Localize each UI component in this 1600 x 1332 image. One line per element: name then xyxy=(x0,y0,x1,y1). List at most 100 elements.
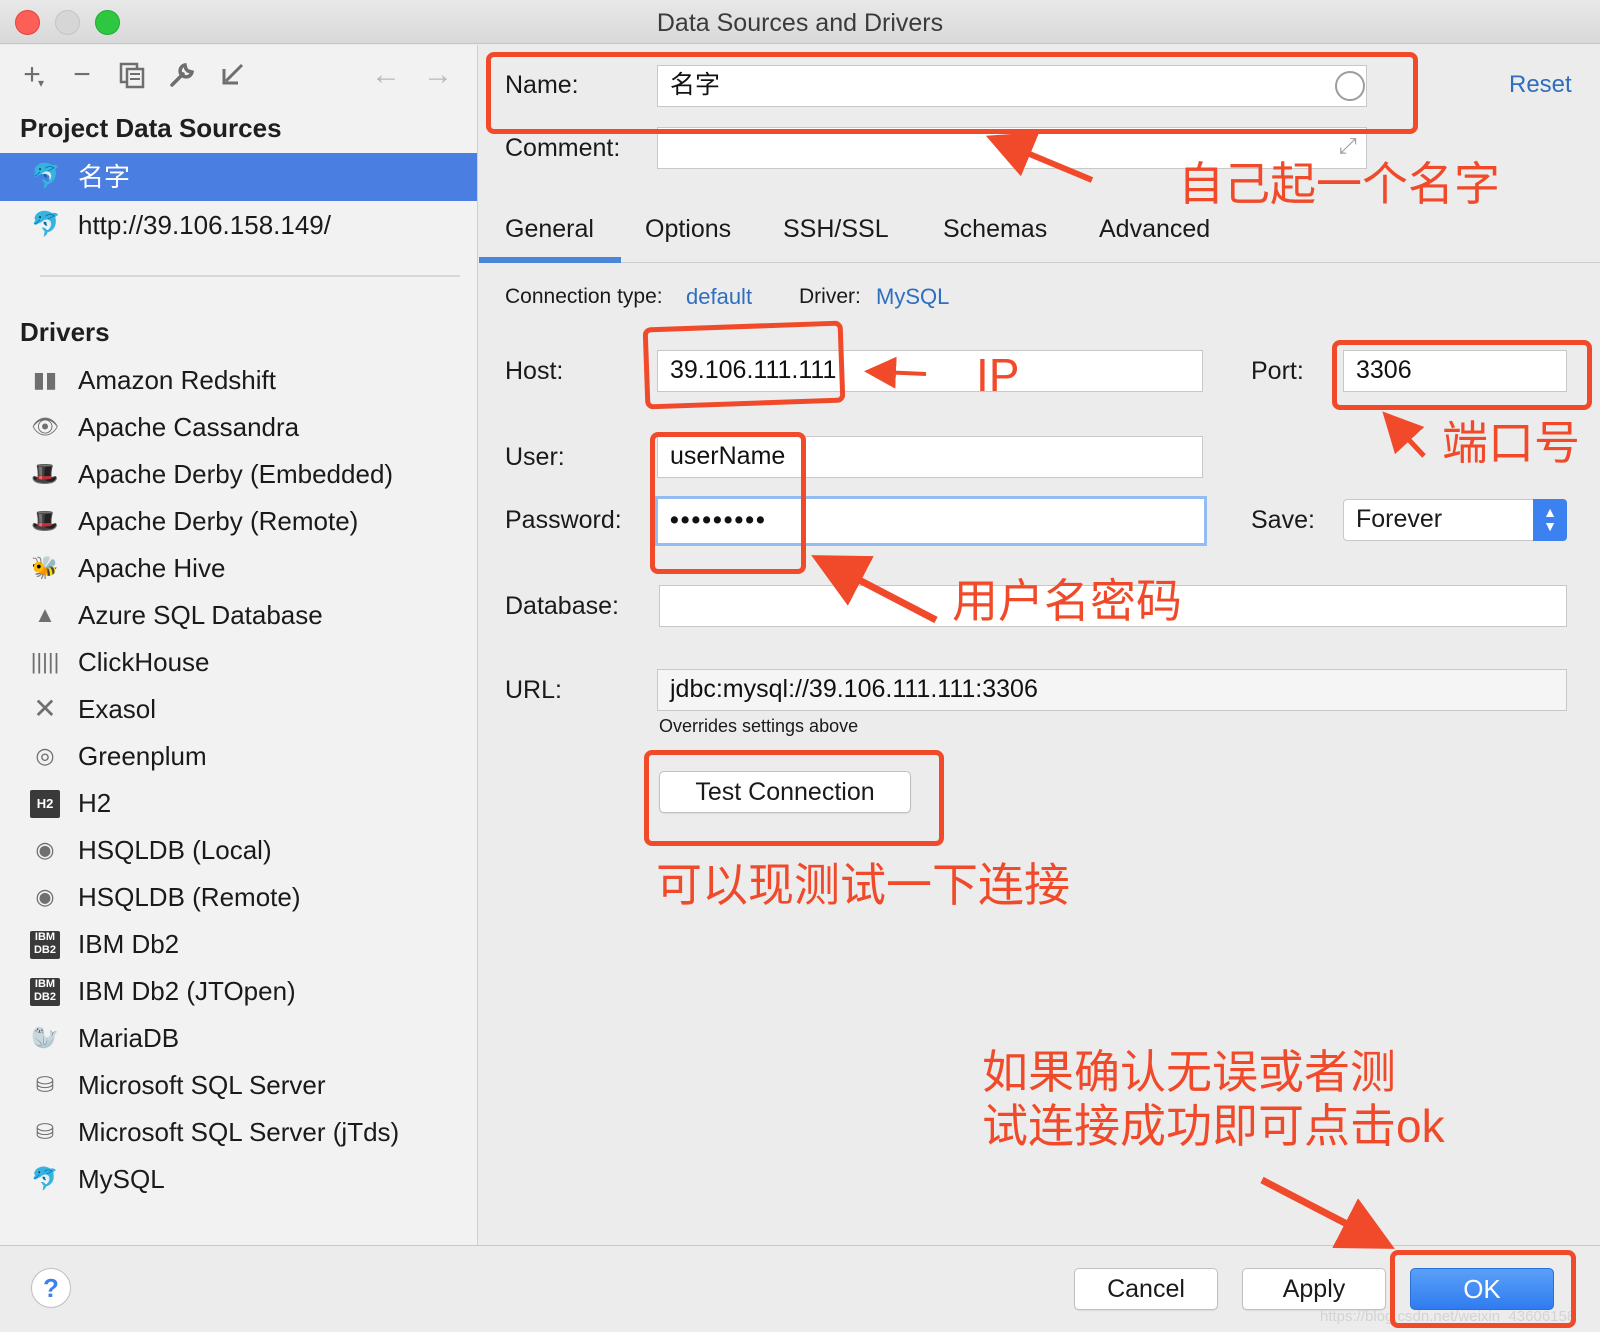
user-label: User: xyxy=(505,443,565,471)
exasol-x-icon: ✕ xyxy=(33,693,57,724)
minus-icon[interactable]: − xyxy=(62,55,102,95)
azure-icon: ▲ xyxy=(34,602,56,627)
driver-item-apache-hive[interactable]: 🐝 Apache Hive xyxy=(0,545,477,592)
data-source-item[interactable]: 🐬 http://39.106.158.149/ xyxy=(0,201,477,249)
wrench-icon[interactable] xyxy=(162,55,202,95)
reset-link[interactable]: Reset xyxy=(1509,71,1572,99)
driver-item-ibm-db2-jtopen[interactable]: IBM DB2 IBM Db2 (JTOpen) xyxy=(0,968,477,1015)
annotation-ok-note-line1: 如果确认无误或者测 xyxy=(982,1046,1396,1098)
copy-icon[interactable] xyxy=(112,55,152,95)
driver-label: Driver: xyxy=(799,285,861,308)
driver-label: H2 xyxy=(78,788,112,818)
derby-hat-icon: 🎩 xyxy=(31,461,59,486)
driver-item-hsqldb-local[interactable]: ◉ HSQLDB (Local) xyxy=(0,827,477,874)
url-input[interactable]: jdbc:mysql://39.106.111.111:3306 xyxy=(657,669,1567,711)
hsqldb-icon: ◉ xyxy=(35,837,55,862)
help-button[interactable]: ? xyxy=(31,1268,71,1308)
driver-label: Apache Derby (Embedded) xyxy=(78,459,394,489)
cassandra-eye-icon: 👁 xyxy=(31,414,59,439)
sidebar-divider xyxy=(40,275,460,277)
data-source-label: 名字 xyxy=(78,162,131,192)
driver-item-hsqldb-remote[interactable]: ◉ HSQLDB (Remote) xyxy=(0,874,477,921)
driver-label: Apache Cassandra xyxy=(78,412,300,442)
driver-label: MySQL xyxy=(78,1164,165,1194)
save-select-value: Forever xyxy=(1356,505,1443,533)
driver-label: ClickHouse xyxy=(78,647,210,677)
sidebar-toolbar: + ▾ − ← → xyxy=(0,45,477,105)
annotation-box-credentials xyxy=(650,432,806,574)
ibm-db2-icon: IBM DB2 xyxy=(30,931,60,959)
driver-label: HSQLDB (Remote) xyxy=(78,882,301,912)
driver-item-azure-sql[interactable]: ▲ Azure SQL Database xyxy=(0,592,477,639)
data-sources-window: Data Sources and Drivers + ▾ − ← → Projec… xyxy=(0,0,1600,1332)
connection-type-label: Connection type: xyxy=(505,285,663,308)
mysql-dolphin-icon: 🐬 xyxy=(31,1166,59,1191)
driver-item-derby-embedded[interactable]: 🎩 Apache Derby (Embedded) xyxy=(0,451,477,498)
greenplum-circle-icon: ◎ xyxy=(35,743,55,768)
import-icon[interactable] xyxy=(212,55,252,95)
hsqldb-icon: ◉ xyxy=(35,884,55,909)
driver-item-sql-server-jtds[interactable]: ⛁ Microsoft SQL Server (jTds) xyxy=(0,1109,477,1156)
sqlserver-icon: ⛁ xyxy=(35,1119,55,1144)
password-label: Password: xyxy=(505,506,622,534)
port-label: Port: xyxy=(1251,357,1304,385)
driver-item-ibm-db2[interactable]: IBM DB2 IBM Db2 xyxy=(0,921,477,968)
annotation-box-ok xyxy=(1390,1250,1576,1328)
driver-item-derby-remote[interactable]: 🎩 Apache Derby (Remote) xyxy=(0,498,477,545)
mysql-dolphin-icon: 🐬 xyxy=(31,163,61,190)
driver-item-clickhouse[interactable]: ||||| ClickHouse xyxy=(0,639,477,686)
data-source-item-selected[interactable]: 🐬 名字 xyxy=(0,153,477,201)
host-label: Host: xyxy=(505,357,564,385)
save-label: Save: xyxy=(1251,506,1315,534)
driver-label: IBM Db2 xyxy=(78,929,180,959)
driver-label: IBM Db2 (JTOpen) xyxy=(78,976,296,1006)
hive-icon: 🐝 xyxy=(31,555,59,580)
driver-item-h2[interactable]: H2 H2 xyxy=(0,780,477,827)
driver-item-greenplum[interactable]: ◎ Greenplum xyxy=(0,733,477,780)
redshift-icon: ▮▮ xyxy=(32,367,58,392)
cancel-button[interactable]: Cancel xyxy=(1074,1268,1218,1310)
driver-item-mysql[interactable]: 🐬 MySQL xyxy=(0,1156,477,1203)
comment-label: Comment: xyxy=(505,134,621,162)
ibm-db2-icon: IBM DB2 xyxy=(30,978,60,1006)
driver-link[interactable]: MySQL xyxy=(876,284,949,310)
drivers-title: Drivers xyxy=(20,317,110,347)
tab-advanced[interactable]: Advanced xyxy=(1099,215,1210,244)
tab-general[interactable]: General xyxy=(505,215,594,244)
tab-schemas[interactable]: Schemas xyxy=(943,215,1047,244)
mariadb-seal-icon: 🦭 xyxy=(31,1025,59,1050)
data-source-label: http://39.106.158.149/ xyxy=(78,210,331,240)
h2-icon: H2 xyxy=(30,790,60,818)
driver-label: Microsoft SQL Server (jTds) xyxy=(78,1117,400,1147)
arrow-left-icon[interactable]: ← xyxy=(366,55,406,95)
url-override-note: Overrides settings above xyxy=(659,716,859,736)
annotation-box-host xyxy=(642,320,846,410)
clickhouse-bars-icon: ||||| xyxy=(30,649,60,674)
plus-icon[interactable]: + ▾ xyxy=(12,55,52,95)
annotation-ip-note: IP xyxy=(976,349,1020,401)
tab-options[interactable]: Options xyxy=(645,215,731,244)
derby-hat-icon: 🎩 xyxy=(31,508,59,533)
expand-icon[interactable]: ⤢ xyxy=(1339,133,1357,159)
driver-item-exasol[interactable]: ✕ Exasol xyxy=(0,686,477,733)
annotation-ok-note-line2: 试连接成功即可点击ok xyxy=(982,1100,1445,1152)
connection-type-link[interactable]: default xyxy=(686,284,752,310)
active-tab-indicator xyxy=(479,257,621,263)
driver-label: Greenplum xyxy=(78,741,207,771)
tab-ssh-ssl[interactable]: SSH/SSL xyxy=(783,215,889,244)
database-label: Database: xyxy=(505,592,619,620)
annotation-name-note: 自己起一个名字 xyxy=(1178,158,1500,210)
apply-button[interactable]: Apply xyxy=(1242,1268,1386,1310)
arrow-right-icon[interactable]: → xyxy=(418,55,458,95)
sidebar: + ▾ − ← → Project Data Sources 🐬 名字 🐬 htt… xyxy=(0,45,478,1245)
driver-item-apache-cassandra[interactable]: 👁 Apache Cassandra xyxy=(0,404,477,451)
annotation-box-name xyxy=(486,52,1418,134)
driver-label: MariaDB xyxy=(78,1023,180,1053)
save-select[interactable]: Forever ▲ ▼ xyxy=(1343,499,1567,541)
driver-item-mariadb[interactable]: 🦭 MariaDB xyxy=(0,1015,477,1062)
driver-item-amazon-redshift[interactable]: ▮▮ Amazon Redshift xyxy=(0,357,477,404)
annotation-test-note: 可以现测试一下连接 xyxy=(656,859,1070,911)
project-data-sources-title: Project Data Sources xyxy=(20,113,282,143)
annotation-credentials-note: 用户名密码 xyxy=(952,575,1182,627)
driver-item-sql-server[interactable]: ⛁ Microsoft SQL Server xyxy=(0,1062,477,1109)
